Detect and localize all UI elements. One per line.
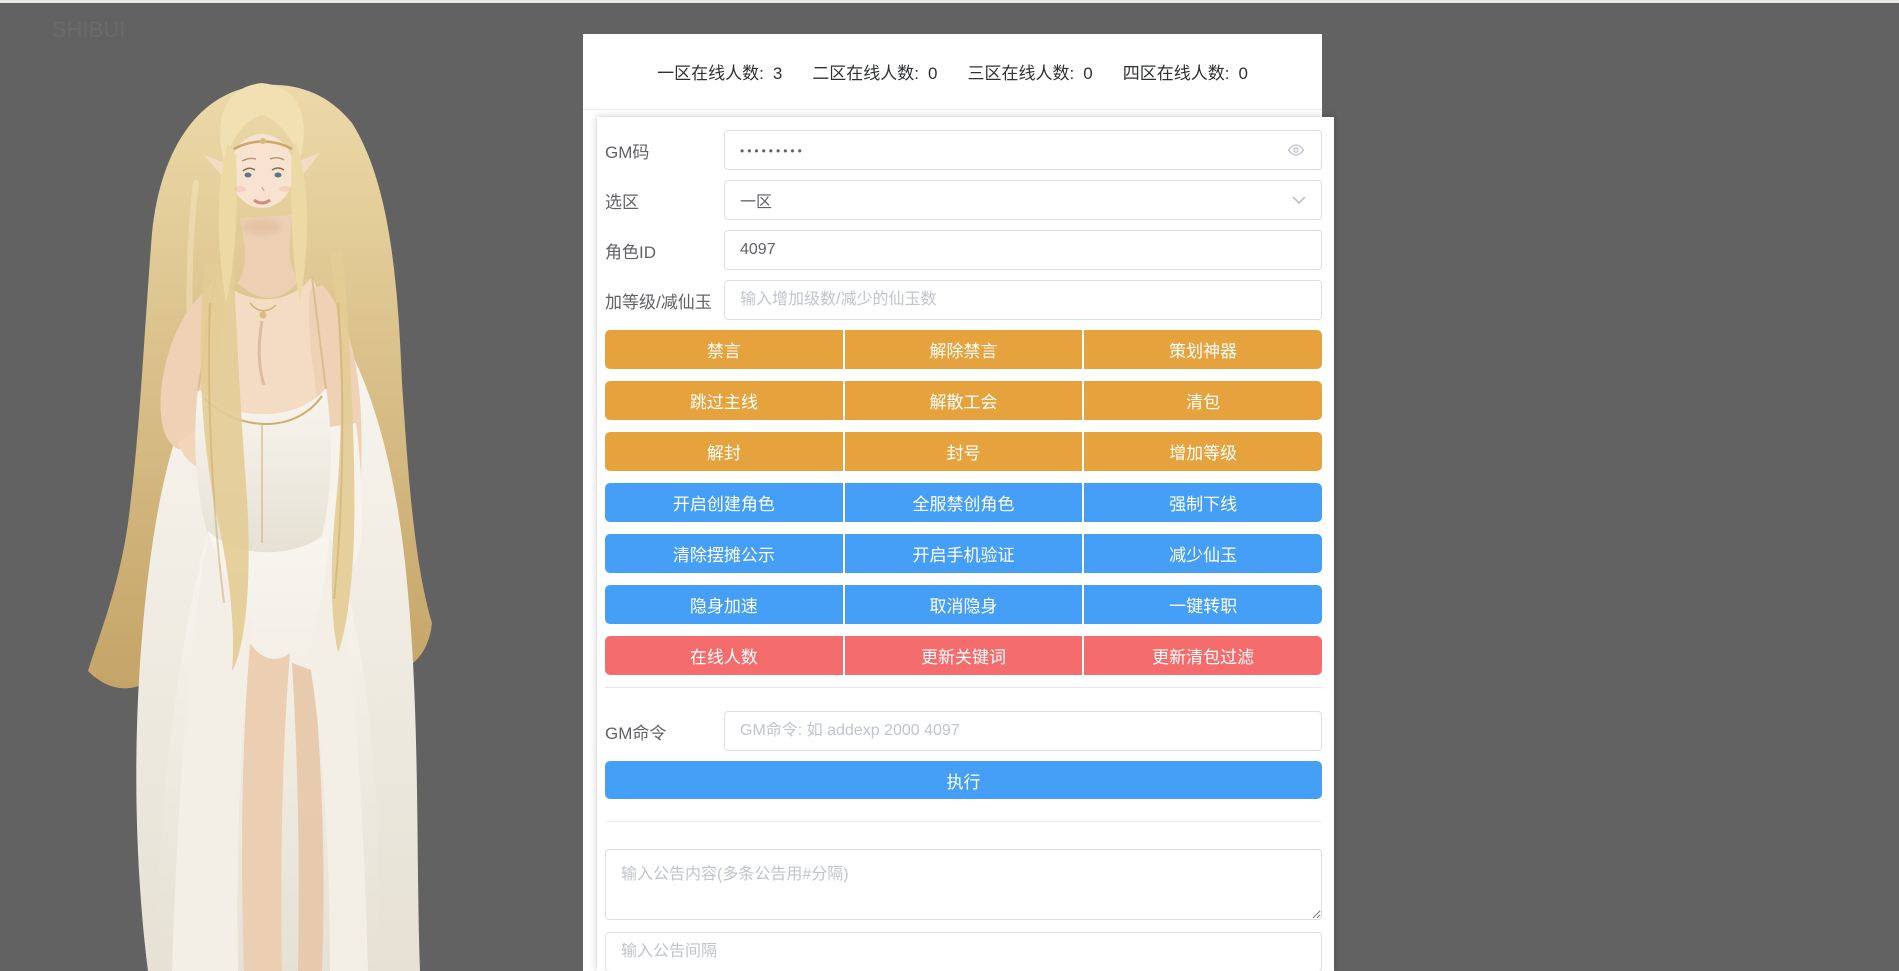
gm-command-row: GM命令	[605, 711, 1322, 751]
clear-stall-notice-button[interactable]: 清除摆摊公示	[605, 534, 843, 573]
count-value: 0	[1083, 64, 1093, 83]
count-label: 四区在线人数:	[1122, 64, 1230, 83]
announcement-content-textarea[interactable]	[605, 849, 1322, 920]
count-label: 二区在线人数:	[812, 64, 920, 83]
stealth-speed-button[interactable]: 隐身加速	[605, 585, 843, 624]
button-row-6: 隐身加速 取消隐身 一键转职	[605, 585, 1323, 624]
eye-icon[interactable]	[1286, 143, 1306, 157]
update-keywords-button[interactable]: 更新关键词	[844, 636, 1083, 675]
zone-label: 选区	[605, 192, 639, 212]
announcement-interval-input[interactable]	[605, 932, 1322, 971]
chevron-down-icon[interactable]	[1292, 195, 1306, 205]
online-count-zone2: 二区在线人数: 0	[812, 59, 937, 84]
level-xianyu-row: 加等级/减仙玉	[605, 280, 1322, 320]
character-illustration: SHIBUI	[52, 17, 432, 971]
mute-button[interactable]: 禁言	[605, 330, 843, 369]
planner-tool-button[interactable]: 策划神器	[1084, 330, 1323, 369]
character-artwork: SHIBUI	[0, 3, 583, 971]
count-value: 3	[772, 64, 783, 83]
zone-select[interactable]: 一区	[724, 180, 1322, 220]
enable-create-role-button[interactable]: 开启创建角色	[605, 483, 843, 522]
skip-mainline-button[interactable]: 跳过主线	[605, 381, 843, 420]
cancel-stealth-button[interactable]: 取消隐身	[844, 585, 1083, 624]
unban-button[interactable]: 解封	[605, 432, 843, 471]
count-value: 0	[928, 64, 938, 83]
button-row-3: 解封 封号 增加等级	[605, 432, 1323, 471]
count-label: 一区在线人数:	[657, 64, 764, 83]
gm-form-card: GM码 ••••••••• 选区 一区 角色ID 4097 加等级/减仙玉 输入…	[597, 117, 1334, 971]
gm-code-row: GM码 •••••••••	[605, 130, 1322, 170]
zone-row: 选区 一区	[605, 180, 1322, 220]
button-row-1: 禁言 解除禁言 策划神器	[605, 330, 1323, 369]
level-xianyu-input[interactable]	[724, 280, 1322, 320]
button-row-2: 跳过主线 解散工会 清包	[605, 381, 1323, 420]
ban-button[interactable]: 封号	[844, 432, 1083, 471]
divider	[605, 821, 1322, 822]
gm-code-input[interactable]: •••••••••	[724, 130, 1322, 170]
gm-command-input[interactable]	[724, 711, 1322, 751]
update-clearbag-filter-button[interactable]: 更新清包过滤	[1084, 636, 1323, 675]
execute-button[interactable]: 执行	[605, 761, 1322, 799]
gm-command-label: GM命令	[605, 723, 667, 743]
add-level-button[interactable]: 增加等级	[1084, 432, 1323, 471]
online-count-zone3: 三区在线人数: 0	[968, 59, 1093, 84]
page: SHIBUI 一区在线人数: 3 二区在线人数: 0 三区在线人数: 0 四区在…	[0, 0, 1899, 971]
one-key-class-change-button[interactable]: 一键转职	[1084, 585, 1323, 624]
role-id-input[interactable]	[724, 230, 1322, 270]
online-count-zone1: 一区在线人数: 3	[657, 59, 782, 84]
clear-bag-button[interactable]: 清包	[1084, 381, 1323, 420]
unmute-button[interactable]: 解除禁言	[844, 330, 1083, 369]
role-id-label: 角色ID	[605, 242, 656, 262]
gm-code-masked-value: •••••••••	[740, 144, 805, 158]
online-counts-bar: 一区在线人数: 3 二区在线人数: 0 三区在线人数: 0 四区在线人数: 0	[583, 34, 1322, 110]
divider	[605, 687, 1322, 688]
level-xianyu-label: 加等级/减仙玉	[605, 292, 712, 312]
role-id-row: 角色ID	[605, 230, 1322, 270]
button-row-4: 开启创建角色 全服禁创角色 强制下线	[605, 483, 1323, 522]
button-row-5: 清除摆摊公示 开启手机验证 减少仙玉	[605, 534, 1323, 573]
force-offline-button[interactable]: 强制下线	[1084, 483, 1323, 522]
gm-code-label: GM码	[605, 142, 650, 162]
enable-phone-verify-button[interactable]: 开启手机验证	[844, 534, 1083, 573]
reduce-xianyu-button[interactable]: 减少仙玉	[1084, 534, 1323, 573]
online-count-button[interactable]: 在线人数	[605, 636, 843, 675]
count-value: 0	[1238, 64, 1248, 83]
svg-text:SHIBUI: SHIBUI	[52, 17, 125, 42]
zone-selected-value: 一区	[740, 194, 773, 211]
disable-create-role-button[interactable]: 全服禁创角色	[844, 483, 1083, 522]
count-label: 三区在线人数:	[967, 64, 1075, 83]
disband-guild-button[interactable]: 解散工会	[844, 381, 1083, 420]
online-count-zone4: 四区在线人数: 0	[1123, 59, 1248, 84]
button-row-7: 在线人数 更新关键词 更新清包过滤	[605, 636, 1323, 675]
